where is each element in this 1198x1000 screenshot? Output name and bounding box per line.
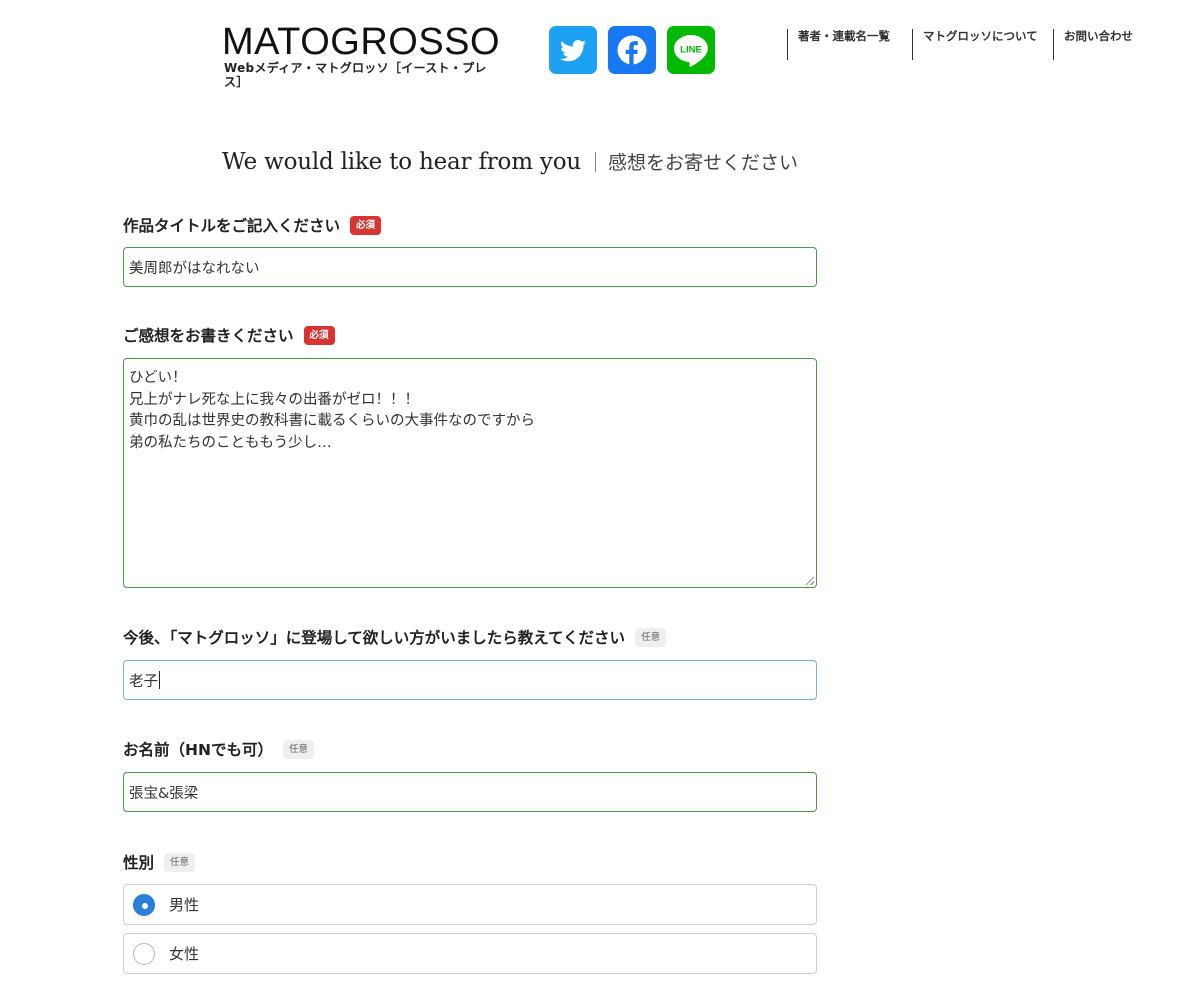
gender-option-female[interactable]: 女性 bbox=[123, 933, 817, 974]
twitter-icon bbox=[560, 40, 587, 62]
request-label-text: 今後、「マトグロッソ」に登場して欲しい方がいましたら教えてください bbox=[123, 629, 626, 647]
optional-badge: 任意 bbox=[635, 627, 667, 647]
nav-about[interactable]: マトグロッソについて bbox=[912, 29, 1053, 60]
request-field-label: 今後、「マトグロッソ」に登場して欲しい方がいましたら教えてください 任意 bbox=[123, 625, 817, 649]
comment-line: 弟の私たちのことももう少し… bbox=[129, 434, 332, 451]
required-badge: 必須 bbox=[350, 215, 382, 235]
comment-line: 兄上がナレ死な上に我々の出番がゼロ！！！ bbox=[129, 391, 419, 408]
gender-option-male[interactable]: 男性 bbox=[123, 884, 817, 925]
title-input[interactable]: 美周郎がはなれない bbox=[123, 247, 817, 287]
optional-badge: 任意 bbox=[282, 739, 314, 759]
line-icon: LINE bbox=[674, 35, 708, 67]
gender-option-label: 女性 bbox=[169, 945, 200, 963]
gender-field-label: 性別 任意 bbox=[123, 850, 817, 874]
nav-contact[interactable]: お問い合わせ bbox=[1053, 29, 1143, 60]
comment-line: ひどい！ bbox=[129, 370, 187, 386]
logo-main-text: MATOGROSSO bbox=[222, 21, 501, 63]
comment-field-label: ご感想をお書きください 必須 bbox=[123, 323, 817, 347]
title-divider bbox=[594, 151, 596, 172]
gender-option-label: 男性 bbox=[169, 896, 200, 914]
twitter-share-button[interactable] bbox=[549, 26, 597, 74]
title-field-label: 作品タイトルをご記入ください 必須 bbox=[123, 213, 817, 237]
main-nav: 著者・連載名一覧 マトグロッソについて お問い合わせ bbox=[787, 29, 1143, 60]
comment-textarea[interactable]: ひどい！ 兄上がナレ死な上に我々の出番がゼロ！！！ 黄巾の乱は世界史の教科書に載… bbox=[123, 358, 817, 588]
site-logo[interactable]: MATOGROSSO Webメディア・マトグロッソ［イースト・プレス］ bbox=[222, 21, 501, 89]
radio-button-checked[interactable] bbox=[133, 893, 155, 916]
logo-sub-text: Webメディア・マトグロッソ［イースト・プレス］ bbox=[224, 61, 487, 89]
comment-line: 黄巾の乱は世界史の教科書に載るくらいの大事件なのですから bbox=[129, 413, 535, 429]
request-input-value: 老子 bbox=[129, 673, 158, 690]
resize-handle[interactable] bbox=[806, 577, 814, 585]
page-title: We would like to hear from you 感想をお寄せくださ… bbox=[222, 148, 798, 175]
title-label-text: 作品タイトルをご記入ください bbox=[123, 217, 341, 235]
line-icon-text: LINE bbox=[680, 45, 702, 56]
gender-label-text: 性別 bbox=[123, 854, 155, 872]
optional-badge: 任意 bbox=[164, 852, 196, 872]
radio-button[interactable] bbox=[133, 942, 155, 965]
page-title-jp: 感想をお寄せください bbox=[607, 152, 798, 174]
text-caret bbox=[159, 671, 160, 689]
nav-authors[interactable]: 著者・連載名一覧 bbox=[787, 29, 912, 60]
feedback-form: 作品タイトルをご記入ください 必須 美周郎がはなれない ご感想をお書きください … bbox=[123, 213, 817, 974]
name-field-label: お名前（HNでも可） 任意 bbox=[123, 737, 817, 761]
social-share-bar: LINE bbox=[549, 26, 715, 74]
required-badge: 必須 bbox=[303, 325, 335, 345]
line-share-button[interactable]: LINE bbox=[667, 26, 715, 74]
page-title-en: We would like to hear from you bbox=[222, 148, 581, 175]
facebook-share-button[interactable] bbox=[608, 26, 656, 74]
comment-label-text: ご感想をお書きください bbox=[123, 327, 294, 345]
name-input[interactable]: 張宝&張梁 bbox=[123, 772, 817, 812]
request-input[interactable]: 老子 bbox=[123, 660, 817, 700]
title-input-value: 美周郎がはなれない bbox=[129, 260, 260, 277]
name-input-value: 張宝&張梁 bbox=[129, 785, 199, 802]
facebook-icon bbox=[617, 35, 647, 65]
name-label-text: お名前（HNでも可） bbox=[123, 741, 273, 759]
